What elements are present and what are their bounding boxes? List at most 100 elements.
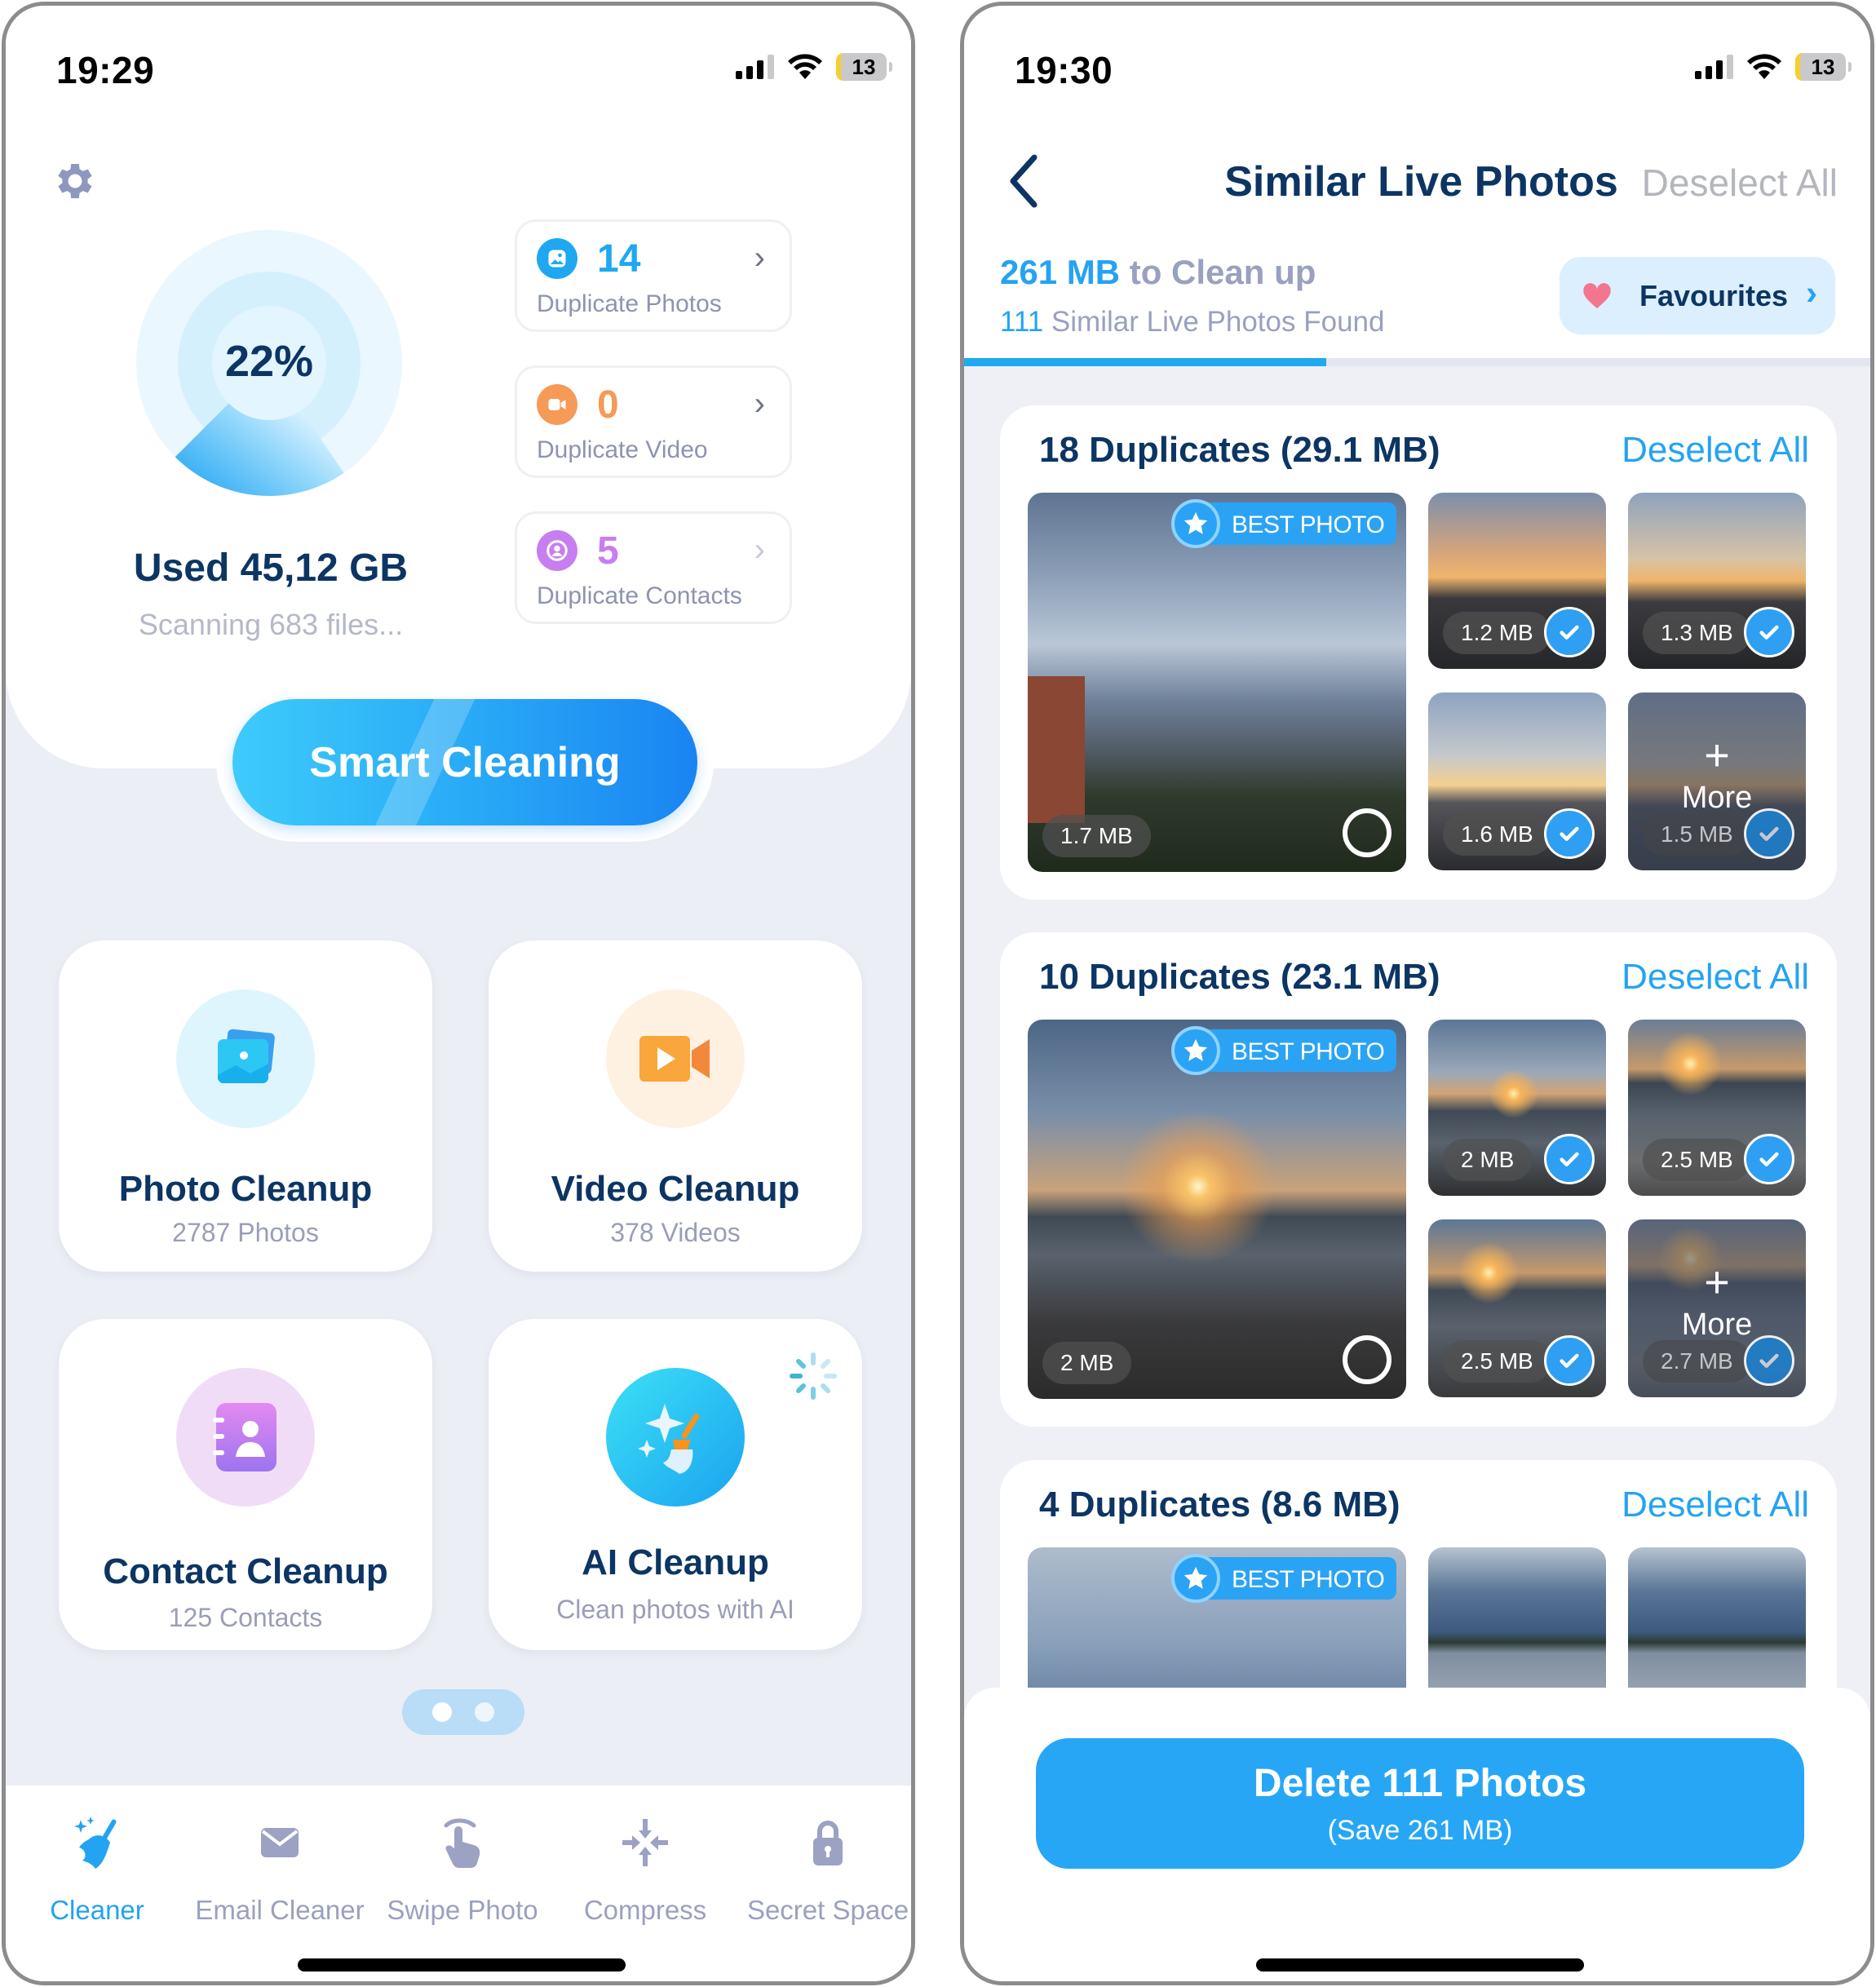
photo-thumbnail[interactable]: 1.6 MB bbox=[1428, 693, 1606, 870]
scan-progress-bar bbox=[964, 358, 1870, 366]
photo-size: 1.7 MB bbox=[1042, 815, 1151, 857]
duplicate-group-card: 10 Duplicates (23.1 MB) Deselect All BES… bbox=[1000, 932, 1837, 1427]
checkmark-icon[interactable] bbox=[1744, 1335, 1794, 1386]
duplicate-group-card: 18 Duplicates (29.1 MB) Deselect All BES… bbox=[1000, 405, 1837, 900]
duplicate-photos-card[interactable]: 14 › Duplicate Photos bbox=[515, 219, 792, 332]
smart-cleaning-container: Smart Cleaning bbox=[216, 683, 714, 842]
deselect-all-button[interactable]: Deselect All bbox=[1642, 161, 1838, 205]
more-photos-thumbnail[interactable]: + More 1.5 MB bbox=[1628, 693, 1806, 870]
checkmark-icon[interactable] bbox=[1544, 1134, 1595, 1184]
photo-icon bbox=[537, 238, 577, 279]
home-indicator bbox=[1256, 1958, 1584, 1972]
contact-icon bbox=[537, 530, 577, 571]
plus-icon: + bbox=[1704, 1258, 1730, 1307]
tab-secret-space[interactable]: Secret Space bbox=[737, 1810, 911, 1926]
photo-thumbnail[interactable]: 1.3 MB bbox=[1628, 493, 1806, 669]
duplicate-video-card[interactable]: 0 › Duplicate Video bbox=[515, 365, 792, 478]
chevron-right-icon: › bbox=[754, 386, 765, 422]
scanning-status: Scanning 683 files... bbox=[138, 608, 404, 641]
bottom-action-sheet: Delete 111 Photos (Save 261 MB) bbox=[964, 1688, 1870, 1981]
photo-cleanup-card[interactable]: Photo Cleanup 2787 Photos bbox=[59, 940, 432, 1272]
group-deselect-all-button[interactable]: Deselect All bbox=[1622, 430, 1809, 471]
best-photo-label: BEST PHOTO bbox=[1232, 1566, 1385, 1593]
favourites-button[interactable]: Favourites › bbox=[1560, 257, 1835, 334]
page-dot-active[interactable] bbox=[432, 1702, 452, 1722]
photo-thumbnail[interactable]: 1.2 MB bbox=[1428, 493, 1606, 669]
checkmark-icon[interactable] bbox=[1744, 1134, 1794, 1184]
photo-thumbnail[interactable]: 2.5 MB bbox=[1428, 1219, 1606, 1397]
delete-button-label: Delete 111 Photos bbox=[1253, 1762, 1587, 1805]
unselected-circle-icon[interactable] bbox=[1343, 1335, 1392, 1384]
clean-up-size: 261 MB to Clean up bbox=[1000, 253, 1316, 292]
duplicate-photos-count: 14 bbox=[597, 237, 641, 281]
loading-spinner-icon bbox=[790, 1352, 837, 1400]
video-camera-icon bbox=[606, 989, 745, 1128]
status-time: 19:30 bbox=[1015, 49, 1113, 91]
status-time: 19:29 bbox=[56, 49, 155, 91]
photo-thumbnail-best[interactable]: BEST PHOTO 1.7 MB bbox=[1028, 493, 1406, 872]
tab-swipe-photo[interactable]: Swipe Photo bbox=[371, 1810, 554, 1926]
photo-cleanup-title: Photo Cleanup bbox=[118, 1169, 373, 1209]
photo-size: 2.5 MB bbox=[1643, 1139, 1751, 1181]
star-icon bbox=[1171, 499, 1220, 548]
chevron-right-icon: › bbox=[754, 240, 765, 276]
contact-book-icon bbox=[176, 1368, 315, 1507]
best-photo-badge: BEST PHOTO bbox=[1171, 1554, 1396, 1603]
smart-cleaning-button[interactable]: Smart Cleaning bbox=[232, 699, 697, 825]
delete-button-sublabel: (Save 261 MB) bbox=[1327, 1815, 1513, 1846]
tab-secret-space-label: Secret Space bbox=[746, 1895, 909, 1925]
unselected-circle-icon[interactable] bbox=[1343, 808, 1392, 857]
status-bar: 19:30 13 bbox=[964, 6, 1870, 128]
checkmark-icon[interactable] bbox=[1544, 1335, 1595, 1386]
best-photo-badge: BEST PHOTO bbox=[1171, 1026, 1396, 1075]
settings-gear-icon[interactable] bbox=[51, 157, 99, 205]
checkmark-icon[interactable] bbox=[1744, 808, 1794, 859]
checkmark-icon[interactable] bbox=[1544, 607, 1595, 657]
contact-cleanup-title: Contact Cleanup bbox=[103, 1551, 388, 1591]
delete-photos-button[interactable]: Delete 111 Photos (Save 261 MB) bbox=[1036, 1738, 1804, 1869]
found-count-value: 111 bbox=[1000, 306, 1044, 338]
tab-cleaner[interactable]: Cleaner bbox=[6, 1810, 188, 1926]
more-photos-thumbnail[interactable]: + More 2.7 MB bbox=[1628, 1219, 1806, 1397]
favourites-label: Favourites bbox=[1639, 278, 1789, 312]
used-storage-label: Used 45,12 GB bbox=[133, 547, 409, 590]
heart-icon bbox=[1583, 282, 1611, 308]
broom-icon bbox=[74, 1817, 117, 1869]
checkmark-icon[interactable] bbox=[1544, 808, 1595, 859]
video-icon bbox=[537, 384, 577, 425]
star-icon bbox=[1171, 1026, 1220, 1075]
photo-detail bbox=[1028, 676, 1085, 823]
wifi-icon bbox=[788, 54, 822, 79]
tab-email-cleaner[interactable]: Email Cleaner bbox=[188, 1810, 371, 1926]
ai-cleanup-card[interactable]: AI Cleanup Clean photos with AI bbox=[489, 1319, 862, 1650]
scan-progress-fill bbox=[964, 358, 1327, 366]
checkmark-icon[interactable] bbox=[1744, 607, 1794, 657]
similar-found-count: 111 Similar Live Photos Found bbox=[1000, 306, 1384, 339]
battery-icon: 13 bbox=[1795, 53, 1852, 81]
group-deselect-all-button[interactable]: Deselect All bbox=[1622, 957, 1809, 998]
used-percent: 22% bbox=[224, 337, 314, 386]
page-indicator[interactable] bbox=[402, 1689, 524, 1735]
photo-size: 2.5 MB bbox=[1443, 1340, 1551, 1383]
video-cleanup-title: Video Cleanup bbox=[551, 1169, 800, 1209]
duplicate-video-label: Duplicate Video bbox=[537, 436, 708, 463]
ai-cleanup-title: AI Cleanup bbox=[582, 1542, 769, 1582]
page-dot[interactable] bbox=[475, 1702, 494, 1722]
star-icon bbox=[1171, 1554, 1220, 1603]
photo-thumbnail[interactable]: 2.5 MB bbox=[1628, 1020, 1806, 1196]
photo-thumbnail-best[interactable]: BEST PHOTO 2 MB bbox=[1028, 1020, 1406, 1399]
ai-broom-icon bbox=[606, 1368, 745, 1507]
best-photo-label: BEST PHOTO bbox=[1232, 1038, 1385, 1065]
photo-size: 2 MB bbox=[1443, 1139, 1533, 1181]
duplicate-contacts-card[interactable]: 5 › Duplicate Contacts bbox=[515, 511, 792, 624]
best-photo-badge: BEST PHOTO bbox=[1171, 499, 1396, 548]
home-screen: 19:29 13 22% Used 45,12 GB Scanning 683 … bbox=[2, 2, 915, 1985]
video-cleanup-card[interactable]: Video Cleanup 378 Videos bbox=[489, 940, 862, 1272]
group-deselect-all-button[interactable]: Deselect All bbox=[1622, 1485, 1809, 1525]
tab-compress[interactable]: Compress bbox=[554, 1810, 737, 1926]
photo-thumbnail[interactable]: 2 MB bbox=[1428, 1020, 1606, 1196]
contact-cleanup-card[interactable]: Contact Cleanup 125 Contacts bbox=[59, 1319, 432, 1650]
tab-swipe-photo-label: Swipe Photo bbox=[387, 1895, 538, 1925]
photo-cleanup-subtitle: 2787 Photos bbox=[172, 1218, 319, 1247]
lock-icon bbox=[813, 1821, 843, 1865]
